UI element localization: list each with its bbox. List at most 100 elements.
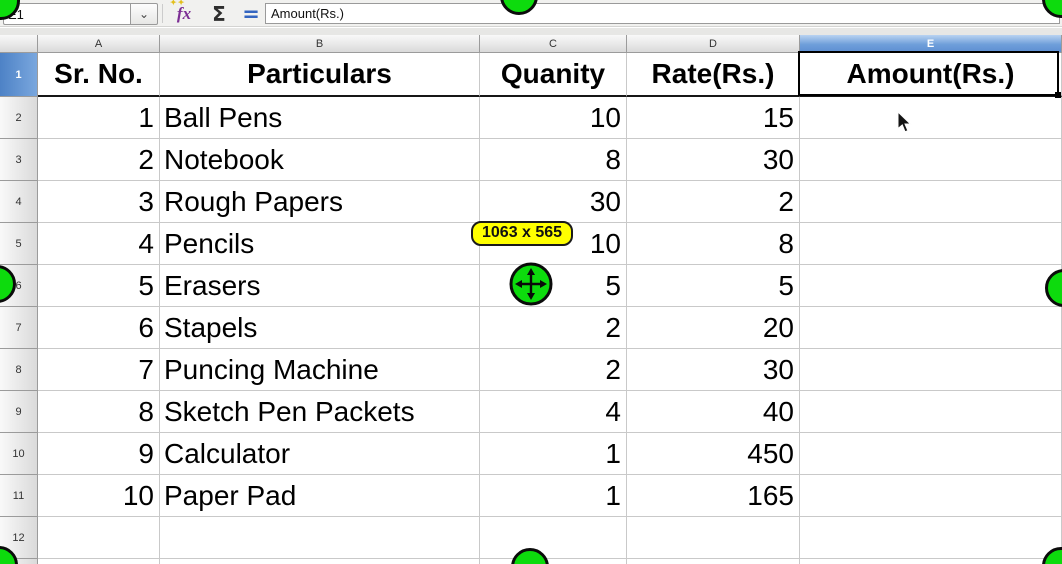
cell-a11[interactable]: 10 [38,475,160,517]
cell-b6[interactable]: Erasers [160,265,480,307]
toolbar-divider [162,4,163,23]
cell-e7[interactable] [800,307,1062,349]
cell-c4[interactable]: 30 [480,181,627,223]
name-box-dropdown[interactable]: ⌄ [130,3,158,25]
sheet-row: 2 1 Ball Pens 10 15 [0,97,1062,139]
equals-icon: = [242,2,260,26]
cell-a8[interactable]: 7 [38,349,160,391]
cell-a3[interactable]: 2 [38,139,160,181]
row-header-9[interactable]: 9 [0,391,38,433]
cell-c8[interactable]: 2 [480,349,627,391]
cell-e8[interactable] [800,349,1062,391]
cell-e10[interactable] [800,433,1062,475]
sum-button[interactable]: Σ [203,1,235,26]
cell-a13[interactable] [38,559,160,564]
cell-d4[interactable]: 2 [627,181,800,223]
cell-d7[interactable]: 20 [627,307,800,349]
cell-a7[interactable]: 6 [38,307,160,349]
cell-a10[interactable]: 9 [38,433,160,475]
cell-b5[interactable]: Pencils [160,223,480,265]
cell-a4[interactable]: 3 [38,181,160,223]
cell-a2[interactable]: 1 [38,97,160,139]
cell-b7[interactable]: Stapels [160,307,480,349]
row-header-2[interactable]: 2 [0,97,38,139]
cell-e4[interactable] [800,181,1062,223]
row-header-7[interactable]: 7 [0,307,38,349]
row-header-10[interactable]: 10 [0,433,38,475]
select-all-corner[interactable] [0,35,38,53]
cell-selection-border[interactable] [798,51,1059,96]
cell-e3[interactable] [800,139,1062,181]
cell-c7[interactable]: 2 [480,307,627,349]
row-header-4[interactable]: 4 [0,181,38,223]
cell-c13[interactable] [480,559,627,564]
cell-e12[interactable] [800,517,1062,559]
column-header-b[interactable]: B [160,35,480,53]
row-header-11[interactable]: 11 [0,475,38,517]
cell-b3[interactable]: Notebook [160,139,480,181]
cell-d10[interactable]: 450 [627,433,800,475]
sheet-row: 11 10 Paper Pad 1 165 [0,475,1062,517]
name-box: ⌄ [3,3,158,25]
sheet-row: 8 7 Puncing Machine 2 30 [0,349,1062,391]
row-header-8[interactable]: 8 [0,349,38,391]
cell-e2[interactable] [800,97,1062,139]
cell-a5[interactable]: 4 [38,223,160,265]
cell-b10[interactable]: Calculator [160,433,480,475]
cell-d3[interactable]: 30 [627,139,800,181]
cell-d2[interactable]: 15 [627,97,800,139]
cell-a9[interactable]: 8 [38,391,160,433]
cell-a6[interactable]: 5 [38,265,160,307]
column-header-a[interactable]: A [38,35,160,53]
sheet-row: 3 2 Notebook 8 30 [0,139,1062,181]
cell-d13[interactable] [627,559,800,564]
sheet-row: 9 8 Sketch Pen Packets 4 40 [0,391,1062,433]
formula-input[interactable] [265,3,1060,24]
cell-e5[interactable] [800,223,1062,265]
cell-b1[interactable]: Particulars [160,53,480,97]
row-header-3[interactable]: 3 [0,139,38,181]
cell-c9[interactable]: 4 [480,391,627,433]
cell-d6[interactable]: 5 [627,265,800,307]
cell-c1[interactable]: Quanity [480,53,627,97]
cell-b12[interactable] [160,517,480,559]
sheet-row: 7 6 Stapels 2 20 [0,307,1062,349]
cell-d8[interactable]: 30 [627,349,800,391]
cell-b4[interactable]: Rough Papers [160,181,480,223]
cell-e6[interactable] [800,265,1062,307]
cell-c3[interactable]: 8 [480,139,627,181]
row-header-5[interactable]: 5 [0,223,38,265]
function-wizard-button[interactable]: ✦✦ fx [167,1,201,26]
cell-d12[interactable] [627,517,800,559]
cell-c2[interactable]: 10 [480,97,627,139]
cell-c11[interactable]: 1 [480,475,627,517]
recorder-size-tooltip: 1063 x 565 [471,221,573,246]
cell-d11[interactable]: 165 [627,475,800,517]
cell-e13[interactable] [800,559,1062,564]
row-header-1[interactable]: 1 [0,53,38,97]
cell-d5[interactable]: 8 [627,223,800,265]
column-header-d[interactable]: D [627,35,800,53]
cell-d1[interactable]: Rate(Rs.) [627,53,800,97]
cell-b13[interactable] [160,559,480,564]
cell-c10[interactable]: 1 [480,433,627,475]
sheet-row: 10 9 Calculator 1 450 [0,433,1062,475]
sheet-row: 4 3 Rough Papers 30 2 [0,181,1062,223]
cell-c12[interactable] [480,517,627,559]
cell-b11[interactable]: Paper Pad [160,475,480,517]
cell-b2[interactable]: Ball Pens [160,97,480,139]
cell-e11[interactable] [800,475,1062,517]
cell-d9[interactable]: 40 [627,391,800,433]
cell-a1[interactable]: Sr. No. [38,53,160,97]
column-header-c[interactable]: C [480,35,627,53]
cell-b8[interactable]: Puncing Machine [160,349,480,391]
cell-a12[interactable] [38,517,160,559]
name-box-input[interactable] [3,3,130,25]
cell-e9[interactable] [800,391,1062,433]
formula-equals-button[interactable]: = [237,1,265,26]
recorder-move-handle[interactable] [510,263,553,306]
toolbar-gap [0,28,1062,35]
spreadsheet-window: ⌄ ✦✦ fx Σ = A B C D E 1 Sr. No. Particu [0,0,1062,564]
cell-b9[interactable]: Sketch Pen Packets [160,391,480,433]
cell-c6[interactable]: 5 [480,265,627,307]
